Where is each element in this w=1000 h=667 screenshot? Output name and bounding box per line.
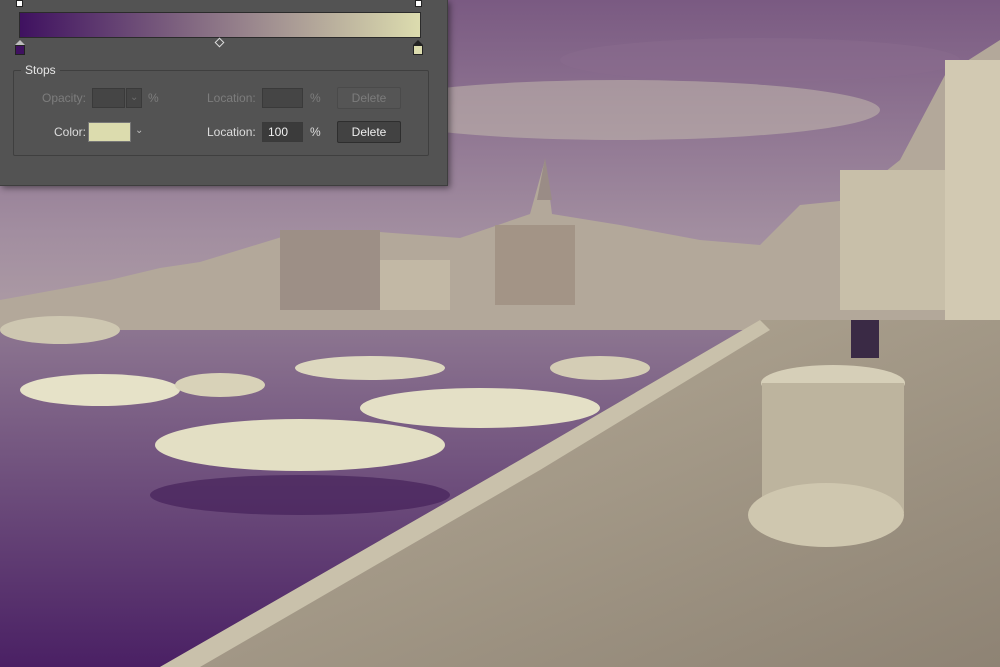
opacity-unit: %: [148, 91, 159, 105]
color-stop-start[interactable]: [15, 40, 25, 55]
color-location-label: Location:: [207, 125, 256, 139]
color-label: Color:: [54, 125, 87, 139]
color-stop-end[interactable]: [413, 40, 423, 55]
opacity-dropdown[interactable]: ⌄: [126, 88, 142, 108]
chevron-down-icon: ⌄: [130, 92, 139, 103]
opacity-stop-start[interactable]: [16, 0, 23, 7]
opacity-location-input[interactable]: [262, 88, 303, 108]
opacity-label: Opacity:: [42, 91, 87, 105]
opacity-stop-end[interactable]: [415, 0, 422, 7]
opacity-location-label: Location:: [207, 91, 256, 105]
gradient-midpoint-diamond[interactable]: [214, 37, 225, 48]
color-location-unit: %: [310, 125, 321, 139]
color-stop-end-swatch: [413, 45, 423, 55]
opacity-location-unit: %: [310, 91, 321, 105]
gradient-editor-panel: Stops Opacity: ⌄ % Location: % Delete Co…: [0, 0, 448, 186]
color-stop-start-swatch: [15, 45, 25, 55]
opacity-input[interactable]: [92, 88, 125, 108]
color-delete-button[interactable]: Delete: [337, 121, 401, 143]
color-location-input[interactable]: 100: [262, 122, 303, 142]
color-swatch[interactable]: [88, 122, 131, 142]
chevron-down-icon[interactable]: ⌄: [135, 125, 143, 136]
opacity-delete-button[interactable]: Delete: [337, 87, 401, 109]
stops-title: Stops: [21, 63, 60, 77]
gradient-bar[interactable]: [19, 12, 421, 38]
stops-group: [13, 70, 429, 156]
